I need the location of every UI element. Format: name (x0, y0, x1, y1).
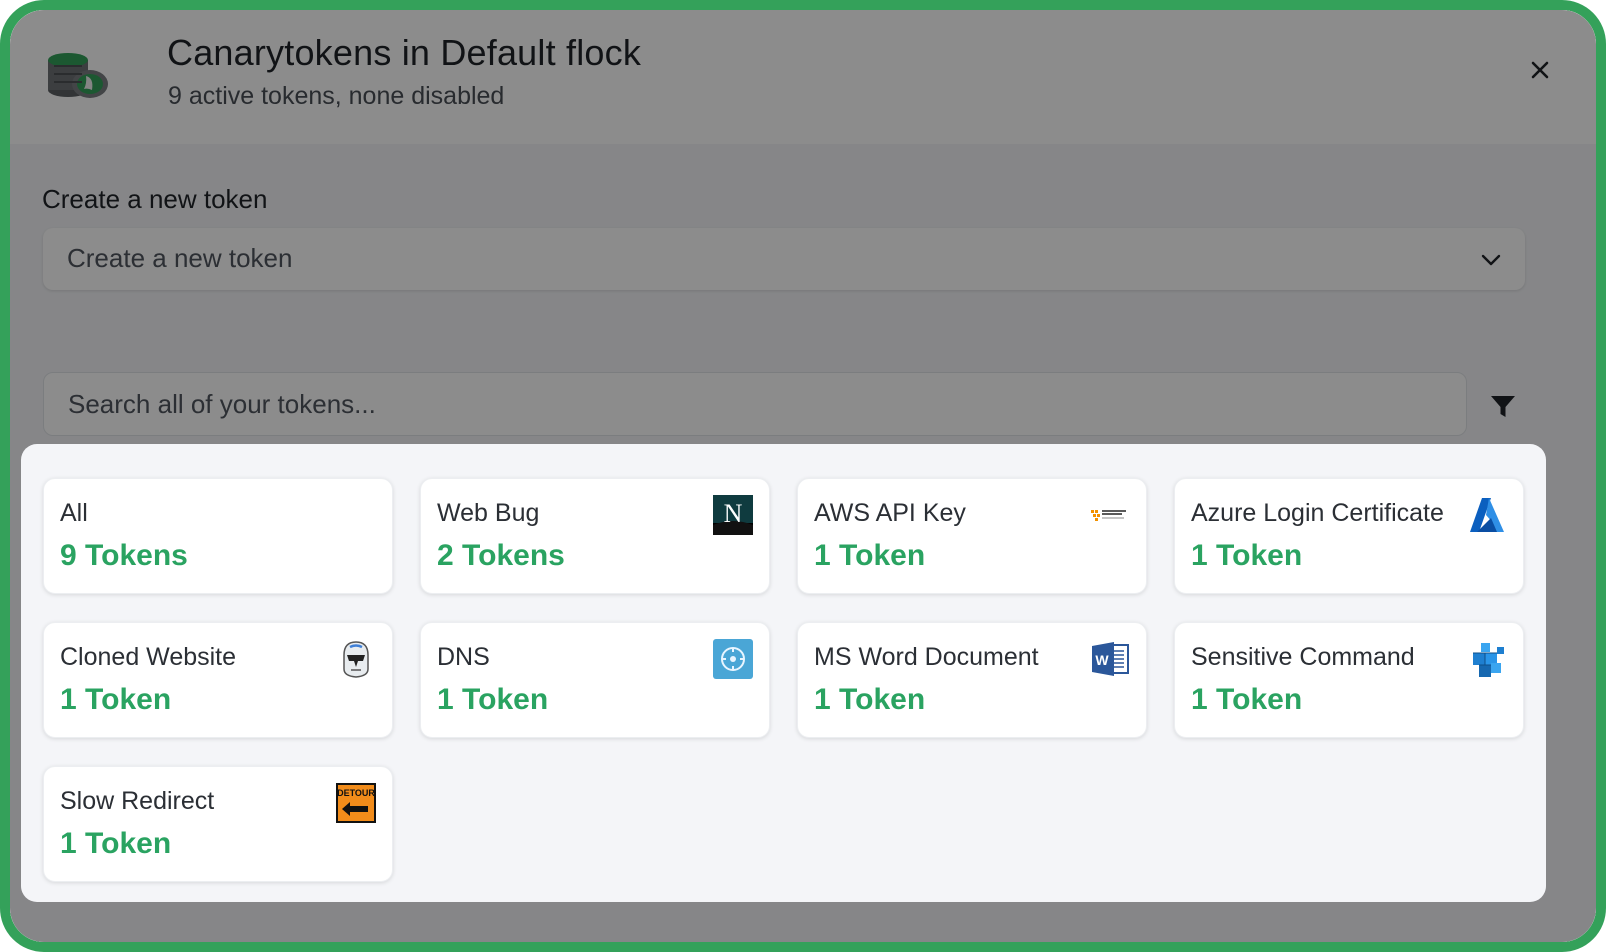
clone-trooper-icon (336, 639, 376, 679)
amazon-web-services-icon (1090, 495, 1130, 535)
token-card-count: 1 Token (60, 683, 172, 716)
sensitive-command-cubes-icon (1467, 639, 1507, 679)
token-card-name: DNS (437, 643, 490, 671)
window-frame: Canarytokens in Default flock 9 active t… (0, 0, 1606, 952)
azure-logo-icon (1467, 495, 1507, 535)
token-card-name: AWS API Key (814, 499, 966, 527)
token-card-count: 1 Token (60, 827, 172, 860)
token-card-name: Slow Redirect (60, 787, 215, 815)
token-card-count: 9 Tokens (60, 539, 188, 572)
svg-text:N: N (724, 499, 743, 528)
token-card-count: 2 Tokens (437, 539, 565, 572)
canarytokens-modal: Canarytokens in Default flock 9 active t… (10, 10, 1596, 942)
token-card-aws-api-key[interactable]: AWS API Key 1 Token (797, 478, 1147, 594)
token-card-ms-word-document[interactable]: MS Word Document 1 Token W (797, 622, 1147, 738)
svg-text:W: W (1095, 652, 1109, 668)
token-card-web-bug[interactable]: Web Bug 2 Tokens N (420, 478, 770, 594)
detour-sign-text: DETOUR (337, 788, 375, 798)
token-card-sensitive-command[interactable]: Sensitive Command 1 Token (1174, 622, 1524, 738)
token-card-dns[interactable]: DNS 1 Token (420, 622, 770, 738)
token-card-name: Web Bug (437, 499, 540, 527)
token-card-count: 1 Token (814, 539, 926, 572)
token-card-cloned-website[interactable]: Cloned Website 1 Token (43, 622, 393, 738)
token-card-all[interactable]: All 9 Tokens (43, 478, 393, 594)
ms-word-icon: W (1090, 639, 1130, 679)
dns-globe-icon (713, 639, 753, 679)
detour-sign-icon: DETOUR (336, 783, 376, 823)
token-card-slow-redirect[interactable]: Slow Redirect 1 Token DETOUR (43, 766, 393, 882)
token-card-count: 1 Token (814, 683, 926, 716)
token-card-count: 1 Token (437, 683, 549, 716)
token-card-name: All (60, 499, 88, 527)
token-card-count: 1 Token (1191, 683, 1303, 716)
token-card-name: Sensitive Command (1191, 643, 1415, 671)
token-card-azure-login-certificate[interactable]: Azure Login Certificate 1 Token (1174, 478, 1524, 594)
token-card-name: MS Word Document (814, 643, 1039, 671)
token-card-name: Cloned Website (60, 643, 237, 671)
token-card-count: 1 Token (1191, 539, 1303, 572)
token-card-name: Azure Login Certificate (1191, 499, 1444, 527)
token-filter-dropdown: All 9 Tokens Web Bug 2 Tokens N AWS API … (21, 444, 1546, 902)
netscape-n-icon: N (713, 495, 753, 535)
